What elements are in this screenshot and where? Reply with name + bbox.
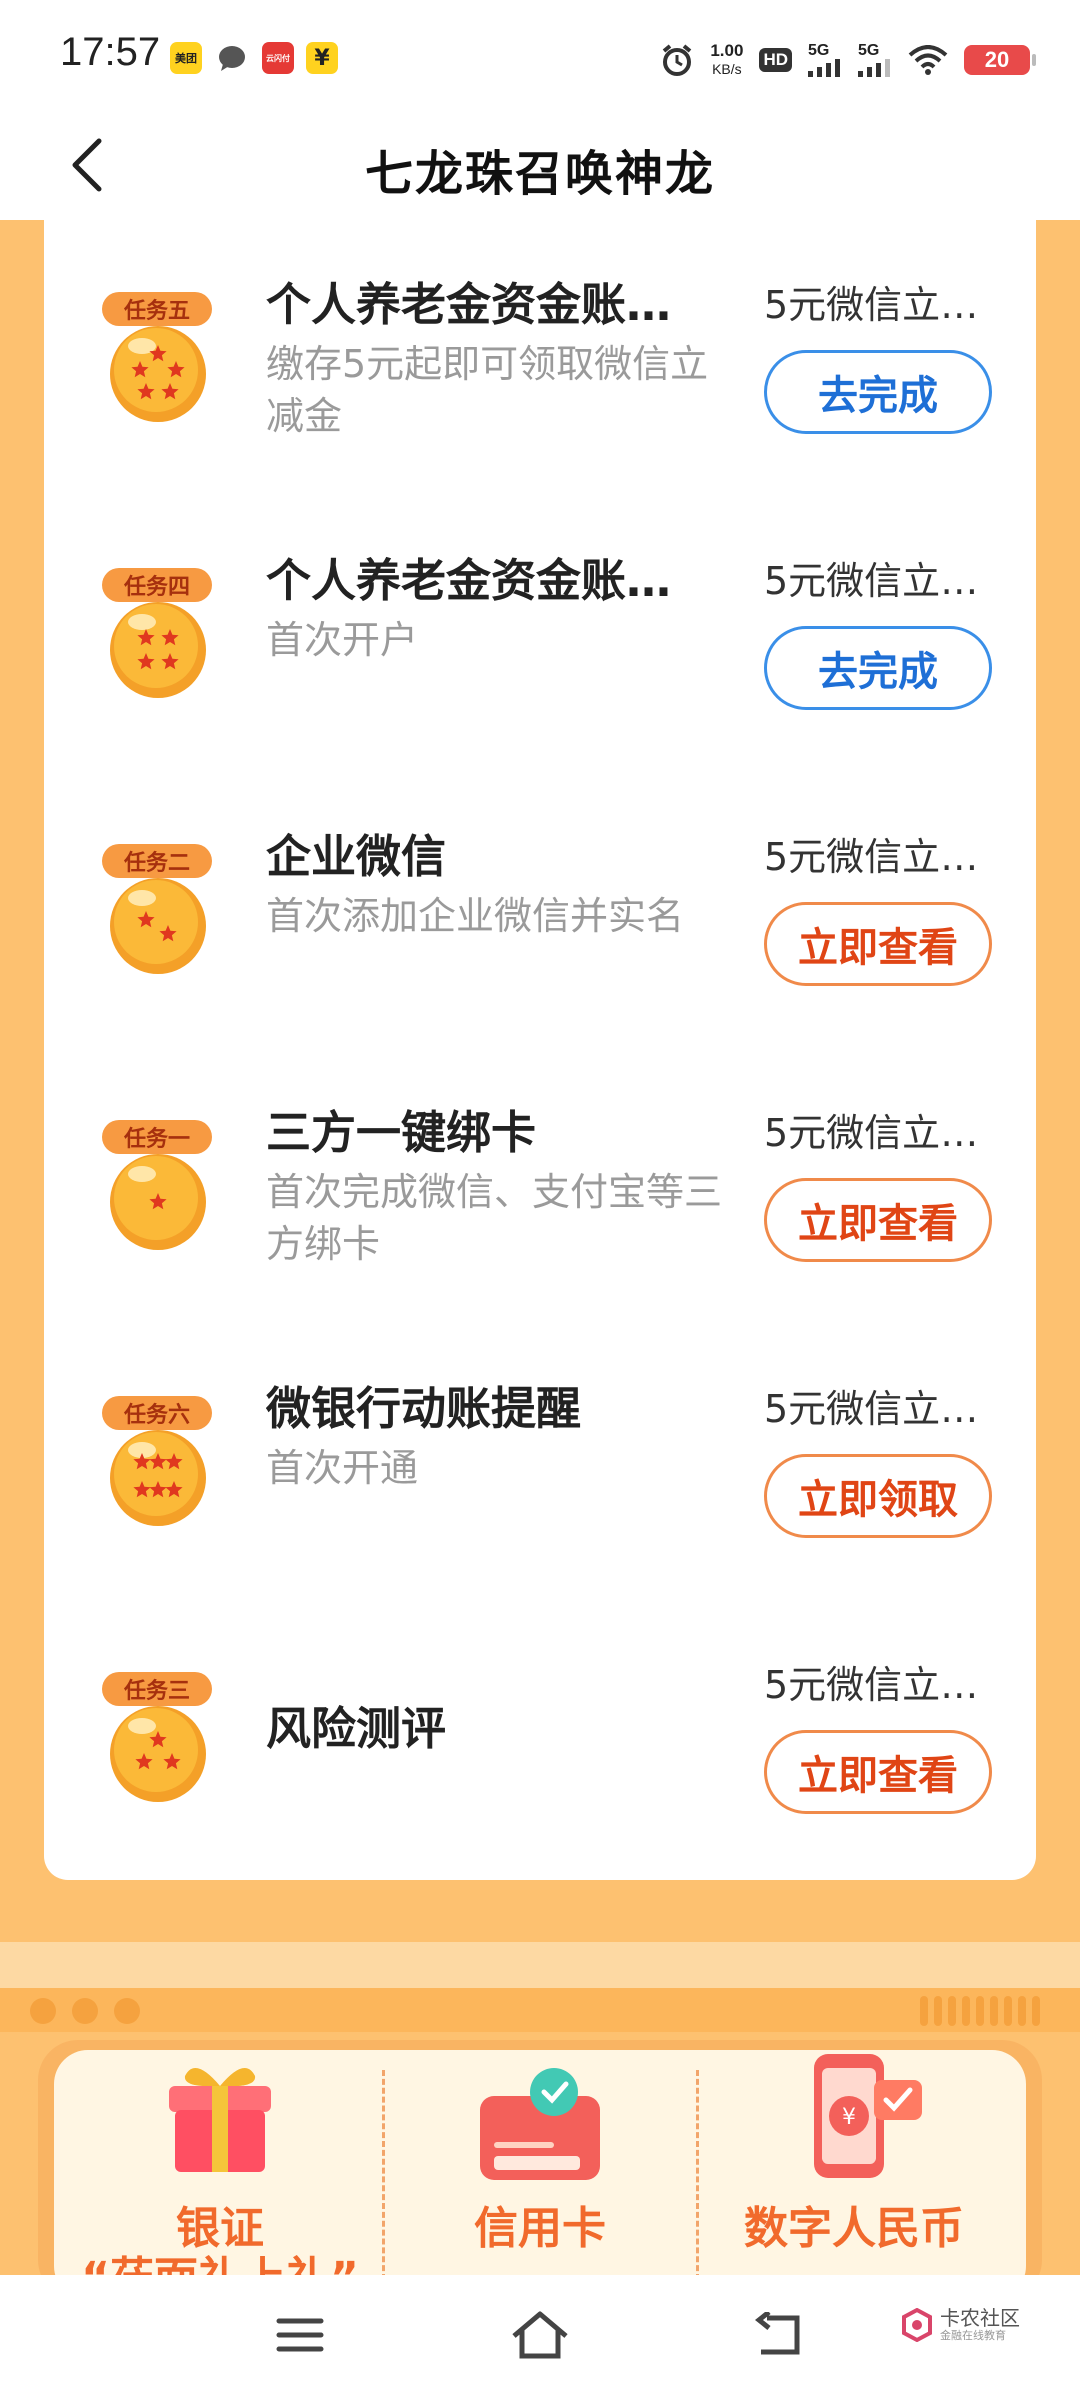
- task-row: 任务三风险测评 5元微信立减金立即查看: [44, 1600, 1036, 1876]
- task-title: 微银行动账提醒: [266, 1382, 582, 1435]
- credit-card-icon: [480, 2068, 600, 2180]
- task-badge: 任务四: [102, 568, 212, 602]
- task-title: 个人养老金资金账户开户: [266, 554, 706, 607]
- dragon-ball-icon: [110, 602, 206, 698]
- task-row: 任务六 微银行动账提醒首次开通 5元微信立减金立即领取: [44, 1324, 1036, 1600]
- promo-header: [0, 1988, 1080, 2032]
- menu-button[interactable]: [255, 2295, 345, 2375]
- net-speed: 1.00 KB/s: [710, 41, 744, 78]
- dragon-ball-icon: [110, 326, 206, 422]
- task-action-button[interactable]: 立即领取: [764, 1454, 992, 1538]
- dragon-ball-icon: [110, 878, 206, 974]
- task-action-button[interactable]: 立即查看: [764, 1730, 992, 1814]
- gift-icon: [169, 2068, 271, 2172]
- system-nav-bar: 卡农社区 金融在线教育: [0, 2275, 1080, 2400]
- task-title: 企业微信: [266, 830, 447, 883]
- decor-stripe: [948, 1996, 956, 2026]
- wifi-icon: [908, 45, 948, 75]
- task-description: 缴存5元起即可领取微信立减金: [266, 342, 709, 438]
- kanong-watermark: 卡农社区 金融在线教育: [900, 2307, 1020, 2343]
- decor-stripe: [934, 1996, 942, 2026]
- task-description: 首次开户: [266, 618, 419, 662]
- task-reward: 5元微信立减金: [764, 283, 1004, 327]
- signal-2-icon: 5G: [858, 43, 892, 77]
- watermark-title: 卡农社区: [940, 2306, 1020, 2330]
- task-list-card: 任务五个人养老金资金账户开户缴存5元起即可领取微信立减金5元微信立减金去完成任务…: [44, 220, 1036, 1880]
- page-title: 七龙珠召唤神龙: [364, 146, 715, 202]
- task-reward: 5元微信立减金: [764, 1663, 1004, 1707]
- dragon-ball-icon: [110, 1706, 206, 1802]
- promo-credit-card[interactable]: 信用卡: [390, 2050, 690, 2290]
- task-title: 个人养老金资金账户开户: [266, 278, 706, 331]
- task-reward: 5元微信立减金: [764, 835, 1004, 879]
- home-button[interactable]: [495, 2295, 585, 2375]
- dragon-ball-icon: [110, 1430, 206, 1526]
- task-badge: 任务三: [102, 1672, 212, 1706]
- status-bar: 17:57 美团 云闪付 ¥ 1.00 KB/s HD 5G 5G 20: [0, 0, 1080, 112]
- menu-icon: [276, 2318, 324, 2352]
- decor-stripe: [920, 1996, 928, 2026]
- kanong-logo-icon: [902, 2308, 932, 2342]
- decor-stripe: [962, 1996, 970, 2026]
- decor-stripe: [990, 1996, 998, 2026]
- signal-1-icon: 5G: [808, 43, 842, 77]
- watermark-subtitle: 金融在线教育: [940, 2329, 1006, 2342]
- task-description: 首次开通: [266, 1446, 419, 1490]
- task-reward: 5元微信立减金: [764, 1111, 1004, 1155]
- promo-digital-rmb-label: 数字人民币: [744, 2203, 964, 2254]
- task-description: 首次添加企业微信并实名: [266, 894, 685, 938]
- task-description: 首次完成微信、支付宝等三方绑卡: [266, 1170, 723, 1266]
- task-title: 三方一键绑卡: [266, 1106, 537, 1159]
- dragon-ball-icon: [110, 1154, 206, 1250]
- decor-dot: [114, 1998, 140, 2024]
- promo-divider: [696, 2070, 699, 2280]
- promo-credit-card-label: 信用卡: [474, 2203, 606, 2254]
- task-reward: 5元微信立减金: [764, 1387, 1004, 1431]
- hd-icon: HD: [759, 48, 792, 72]
- task-row: 任务五 个人养老金资金账户开户缴存5元起即可领取微信立减金 5元微信立减金去完成: [44, 220, 1036, 496]
- task-row: 任务二 企业微信首次添加企业微信并实名 5元微信立减金立即查看: [44, 772, 1036, 1048]
- nav-bar: 七龙珠召唤神龙: [0, 112, 1080, 221]
- task-action-button[interactable]: 立即查看: [764, 902, 992, 986]
- task-reward: 5元微信立减金: [764, 559, 1004, 603]
- alarm-icon: [663, 44, 692, 76]
- task-action-button[interactable]: 去完成: [764, 350, 992, 434]
- promo-divider: [382, 2070, 385, 2280]
- promo-digital-rmb[interactable]: ¥ 数字人民币: [704, 2050, 1004, 2290]
- task-badge: 任务二: [102, 844, 212, 878]
- unionpay-app-icon: 云闪付: [262, 42, 294, 74]
- decor-stripe: [1004, 1996, 1012, 2026]
- task-title: 风险测评: [266, 1702, 447, 1755]
- task-action-button[interactable]: 去完成: [764, 626, 992, 710]
- back-nav-button[interactable]: [735, 2295, 825, 2375]
- back-arrow-icon: [754, 2312, 800, 2355]
- task-action-button[interactable]: 立即查看: [764, 1178, 992, 1262]
- decor-dot: [30, 1998, 56, 2024]
- phone-rmb-icon: ¥: [814, 2054, 922, 2178]
- clock: 17:57: [60, 30, 161, 74]
- home-icon: [512, 2311, 568, 2359]
- decor-stripe: [1032, 1996, 1040, 2026]
- decor-stripe: [1018, 1996, 1026, 2026]
- decor-dot: [72, 1998, 98, 2024]
- task-row: 任务一 三方一键绑卡首次完成微信、支付宝等三方绑卡 5元微信立减金立即查看: [44, 1048, 1036, 1324]
- task-badge: 任务一: [102, 1120, 212, 1154]
- promo-strip: [0, 1942, 1080, 1988]
- battery-icon: 20: [964, 45, 1036, 75]
- task-badge: 任务五: [102, 292, 212, 326]
- promo-gift[interactable]: 银证 “莅面礼上礼”: [70, 2050, 370, 2290]
- message-icon: [216, 42, 248, 74]
- decor-stripe: [976, 1996, 984, 2026]
- yuan-app-icon: ¥: [306, 42, 338, 74]
- task-row: 任务四 个人养老金资金账户开户首次开户 5元微信立减金去完成: [44, 496, 1036, 772]
- svg-text:¥: ¥: [842, 2105, 856, 2130]
- task-badge: 任务六: [102, 1396, 212, 1430]
- status-icons: 1.00 KB/s HD 5G 5G 20: [660, 36, 1036, 84]
- meituan-app-icon: 美团: [170, 42, 202, 74]
